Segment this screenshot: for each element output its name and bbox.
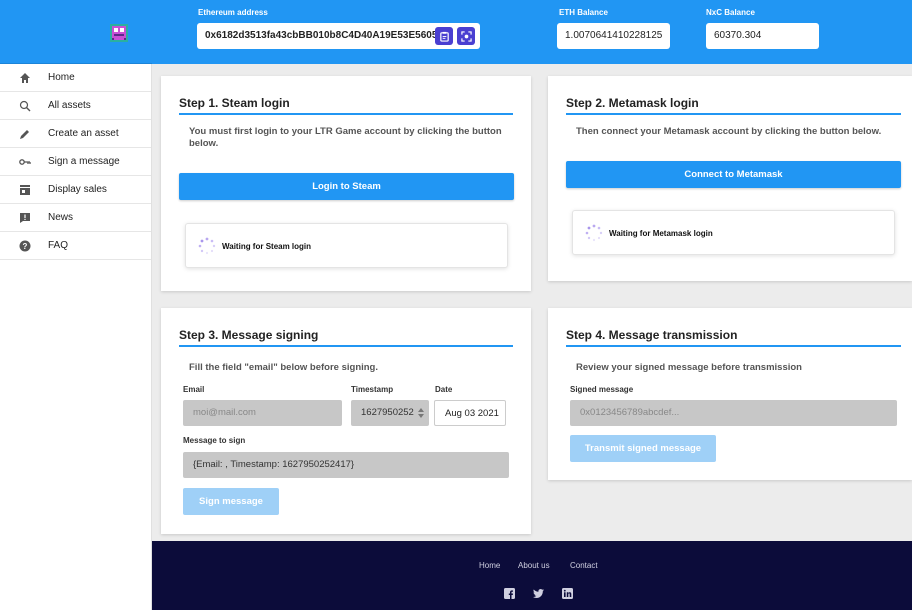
sidebar: Home All assets Create an asset Sign a m… [0, 64, 152, 610]
sign-message-button[interactable]: Sign message [183, 488, 279, 515]
step4-title: Step 4. Message transmission [566, 328, 738, 342]
sidebar-item-label: All assets [48, 100, 91, 111]
step3-description: Fill the field "email" below before sign… [189, 362, 379, 373]
eth-address-field[interactable]: 0x6182d3513fa43cbBB010b8C4D40A19E53E5605… [197, 23, 480, 49]
connect-metamask-button[interactable]: Connect to Metamask [566, 161, 901, 188]
sidebar-item-label: FAQ [48, 240, 69, 251]
logo-area [0, 0, 152, 64]
announcement-icon [18, 211, 32, 225]
date-label: Date [435, 385, 453, 394]
sidebar-item-label: Display sales [48, 184, 107, 195]
sidebar-item-sign-message[interactable]: Sign a message [0, 148, 151, 176]
sidebar-item-home[interactable]: Home [0, 64, 151, 92]
timestamp-label: Timestamp [351, 385, 394, 394]
sidebar-item-news[interactable]: News [0, 204, 151, 232]
message-to-sign-field[interactable]: {Email: , Timestamp: 1627950252417} [183, 452, 509, 478]
eth-balance-field[interactable]: 1.0070641410228125 [557, 23, 670, 49]
eth-balance-label: ETH Balance [559, 8, 608, 17]
svg-text:?: ? [23, 242, 28, 251]
home-icon [18, 71, 32, 85]
sidebar-item-all-assets[interactable]: All assets [0, 92, 151, 120]
sidebar-item-faq[interactable]: ? FAQ [0, 232, 151, 260]
email-label: Email [183, 385, 205, 394]
sidebar-item-label: News [48, 212, 74, 223]
footer: Home About us Contact [152, 541, 912, 610]
sidebar-item-create-asset[interactable]: Create an asset [0, 120, 151, 148]
step3-title: Step 3. Message signing [179, 328, 319, 342]
pixel-monster-logo-icon[interactable] [110, 24, 128, 42]
eth-address-value: 0x6182d3513fa43cbBB010b8C4D40A19E53E5605… [205, 30, 449, 41]
step1-description: You must first login to your LTR Game ac… [189, 126, 502, 149]
message-label: Message to sign [183, 436, 246, 445]
footer-link-home[interactable]: Home [479, 561, 500, 570]
date-field[interactable]: Aug 03 2021 [434, 400, 506, 426]
pencil-icon [18, 127, 32, 141]
step4-divider [566, 345, 901, 347]
nxc-balance-label: NxC Balance [706, 8, 755, 17]
transmit-message-button[interactable]: Transmit signed message [570, 435, 716, 462]
step1-divider [179, 113, 513, 115]
sidebar-item-label: Sign a message [48, 156, 120, 167]
metamask-waiting-box: Waiting for Metamask login [572, 210, 895, 255]
clipboard-icon [439, 31, 449, 42]
steam-waiting-box: Waiting for Steam login [185, 223, 508, 268]
signed-message-label: Signed message [570, 385, 634, 394]
email-field[interactable]: moi@mail.com [183, 400, 342, 426]
timestamp-field[interactable]: 1627950252 [351, 400, 429, 426]
sidebar-item-label: Home [48, 72, 75, 83]
facebook-icon[interactable] [504, 588, 515, 599]
loading-spinner-icon [198, 237, 216, 255]
footer-link-contact[interactable]: Contact [570, 561, 598, 570]
store-icon [18, 183, 32, 197]
step2-card: Step 2. Metamask login Then connect your… [548, 76, 912, 281]
step2-title: Step 2. Metamask login [566, 96, 699, 110]
step1-card: Step 1. Steam login You must first login… [161, 76, 531, 291]
step3-card: Step 3. Message signing Fill the field "… [161, 308, 531, 534]
metamask-waiting-text: Waiting for Metamask login [609, 229, 713, 238]
help-icon: ? [18, 239, 32, 253]
linkedin-icon[interactable] [562, 588, 573, 599]
copy-address-button[interactable] [435, 27, 453, 45]
step3-divider [179, 345, 513, 347]
steam-waiting-text: Waiting for Steam login [222, 242, 312, 251]
eth-address-label: Ethereum address [198, 8, 268, 17]
step2-description: Then connect your Metamask account by cl… [576, 126, 882, 137]
loading-spinner-icon [585, 224, 603, 242]
qr-scan-button[interactable] [457, 27, 475, 45]
step4-card: Step 4. Message transmission Review your… [548, 308, 912, 480]
twitter-icon[interactable] [533, 588, 544, 599]
signed-message-field[interactable]: 0x0123456789abcdef... [570, 400, 897, 426]
footer-link-about[interactable]: About us [518, 561, 550, 570]
spinner-arrows-icon[interactable] [418, 408, 424, 418]
step2-divider [566, 113, 901, 115]
step4-description: Review your signed message before transm… [576, 362, 802, 373]
step1-title: Step 1. Steam login [179, 96, 290, 110]
search-icon [18, 99, 32, 113]
key-icon [18, 155, 32, 169]
top-bar: Ethereum address 0x6182d3513fa43cbBB010b… [0, 0, 912, 64]
qr-scan-icon [460, 30, 472, 42]
timestamp-value: 1627950252 [361, 407, 414, 418]
sidebar-item-display-sales[interactable]: Display sales [0, 176, 151, 204]
sidebar-item-label: Create an asset [48, 128, 119, 139]
nxc-balance-field[interactable]: 60370.304 [706, 23, 819, 49]
login-steam-button[interactable]: Login to Steam [179, 173, 514, 200]
